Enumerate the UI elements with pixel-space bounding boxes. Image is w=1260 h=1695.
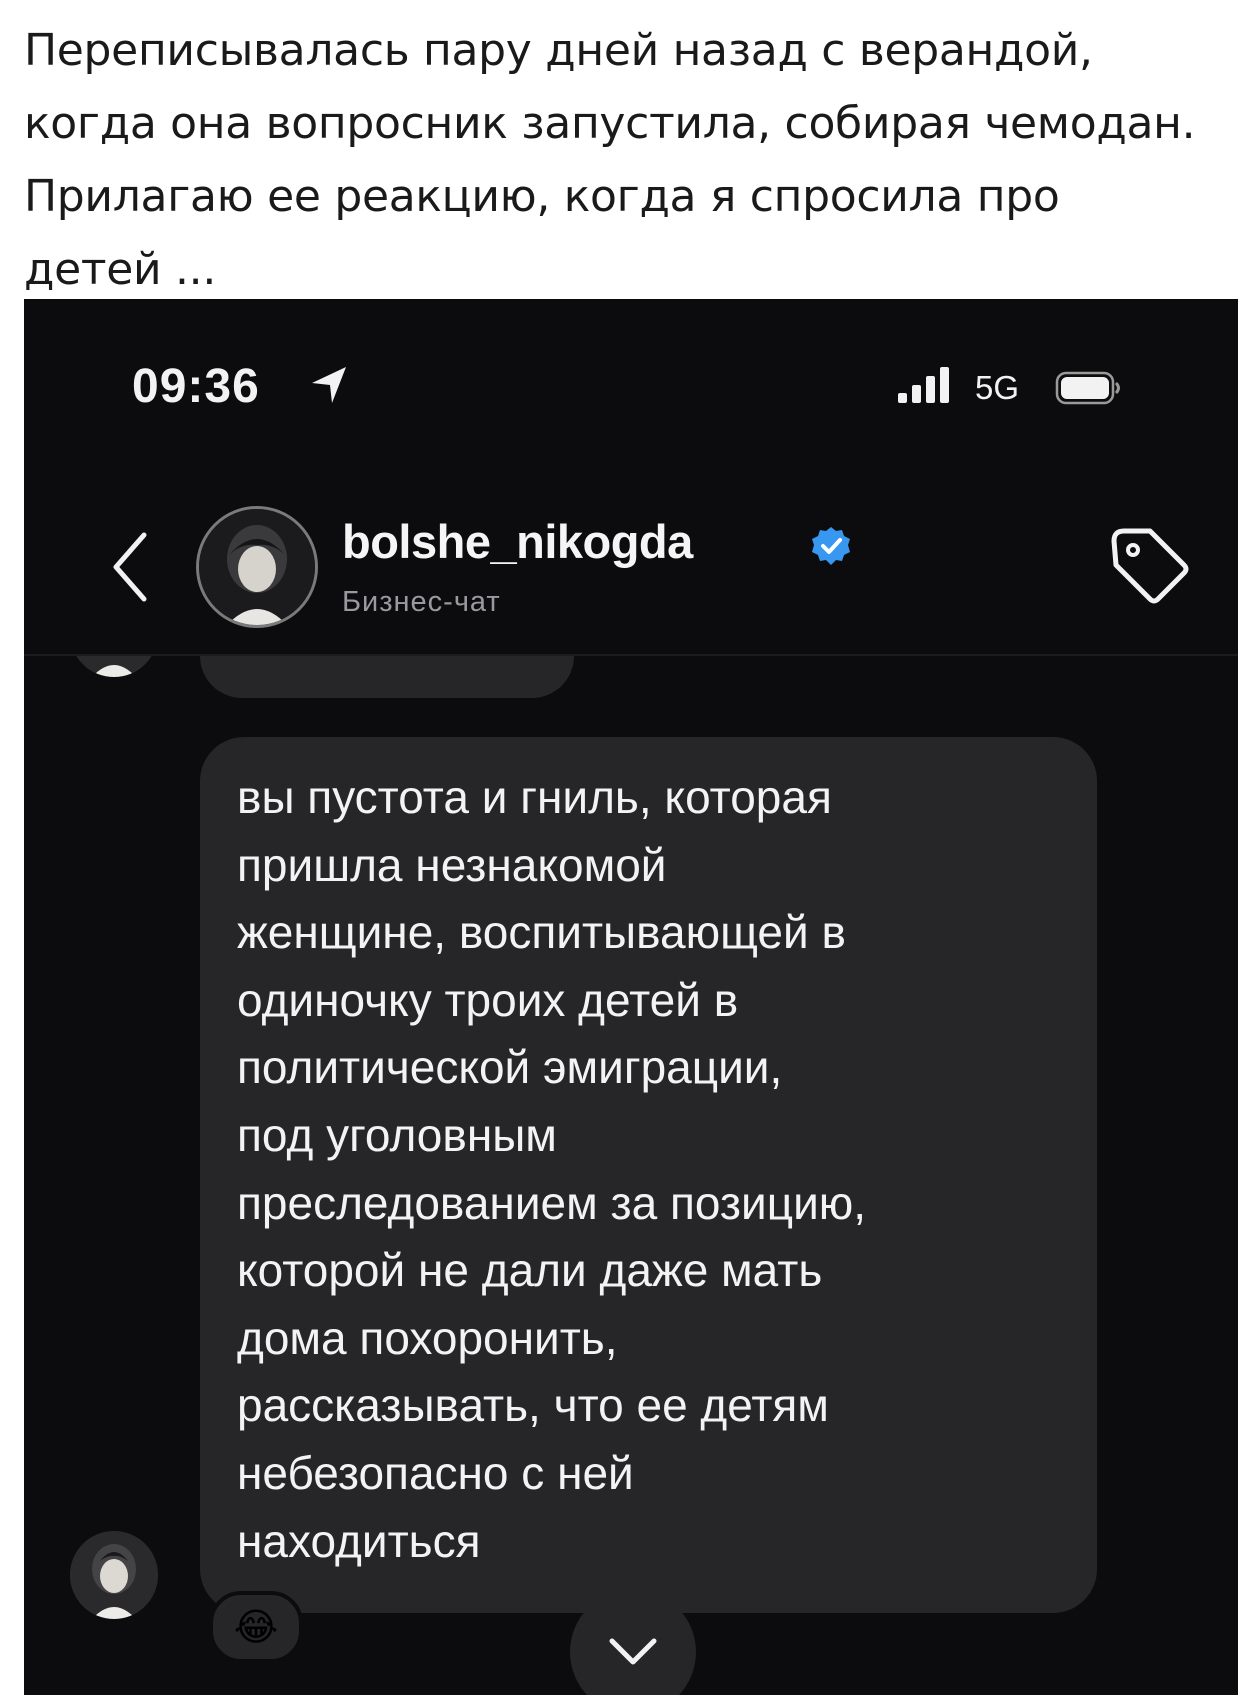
chat-username-overlay[interactable]: bolshe_nikogda	[342, 514, 693, 569]
sender-avatar-previous-visible	[70, 656, 158, 700]
status-time-overlay: 09:36	[132, 360, 260, 413]
header-background	[24, 299, 1238, 656]
sender-avatar	[70, 656, 158, 677]
message-reaction[interactable]: 😂	[209, 1591, 303, 1663]
signal-bars-icon	[898, 367, 949, 403]
avatar-portrait-icon	[199, 509, 315, 625]
sender-avatar[interactable]	[70, 1531, 158, 1619]
phone-screenshot: 09:36 5G bolshe_nikogda Бизнес-чат вы пу…	[24, 299, 1238, 1695]
location-arrow-icon	[312, 367, 346, 403]
chat-subtitle-overlay: Бизнес-чат	[342, 586, 501, 618]
verified-badge-icon	[812, 527, 850, 565]
previous-message-bubble-tail	[200, 656, 574, 698]
avatar-portrait-icon	[70, 656, 158, 677]
avatar[interactable]	[196, 506, 318, 628]
message-text: вы пустота и гниль, которая пришла незна…	[237, 771, 867, 1567]
chevron-down-icon	[609, 1638, 657, 1665]
network-type-overlay: 5G	[975, 369, 1020, 406]
tag-icon[interactable]	[1106, 521, 1190, 605]
avatar-portrait-icon	[70, 1531, 158, 1619]
battery-icon	[1055, 371, 1120, 405]
back-chevron-icon[interactable]	[102, 527, 162, 607]
post-caption: Переписывалась пару дней назад с верандо…	[24, 25, 1196, 295]
